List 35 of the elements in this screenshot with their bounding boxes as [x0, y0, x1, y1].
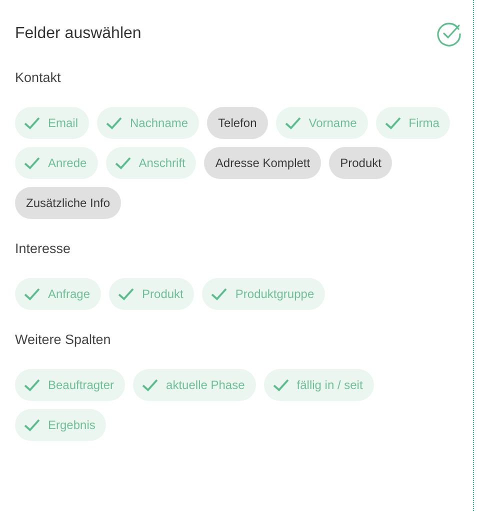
check-icon [23, 418, 41, 432]
field-chip[interactable]: Adresse Komplett [204, 147, 322, 179]
field-chip[interactable]: Email [15, 107, 90, 139]
field-chip[interactable]: Anfrage [15, 278, 102, 310]
panel-title: Felder auswählen [15, 25, 142, 43]
field-chip[interactable]: aktuelle Phase [133, 369, 256, 401]
check-icon [105, 116, 124, 130]
field-chip[interactable]: Vorname [276, 107, 368, 139]
check-icon [23, 378, 41, 392]
check-icon [284, 116, 302, 130]
check-icon [114, 156, 132, 170]
field-chip[interactable]: Anschrift [106, 147, 196, 179]
field-chip[interactable]: Telefon [207, 107, 268, 139]
check-icon [23, 116, 41, 130]
field-chip[interactable]: Zusätzliche Info [15, 187, 122, 219]
section-heading: Kontakt [15, 70, 62, 85]
check-icon [384, 116, 402, 130]
check-icon [272, 378, 290, 392]
check-icon [210, 287, 228, 301]
field-chip[interactable]: Ergebnis [15, 409, 106, 441]
section-heading: Weitere Spalten [15, 332, 112, 347]
check-icon [141, 378, 160, 392]
field-chip[interactable]: Anrede [15, 147, 98, 179]
check-icon [117, 287, 136, 301]
check-icon [23, 287, 41, 301]
field-chip[interactable]: Produktgruppe [202, 278, 326, 310]
check-icon [23, 156, 41, 170]
field-chip[interactable]: Firma [376, 107, 450, 139]
field-chip[interactable]: Produkt [329, 147, 392, 179]
field-chip[interactable]: Produkt [109, 278, 194, 310]
confirm-button[interactable] [435, 20, 463, 48]
section-heading: Interesse [15, 241, 72, 256]
field-chip[interactable]: fällig in / seit [264, 369, 374, 401]
field-chip[interactable]: Nachname [97, 107, 200, 139]
field-chip[interactable]: Beauftragter [15, 369, 126, 401]
